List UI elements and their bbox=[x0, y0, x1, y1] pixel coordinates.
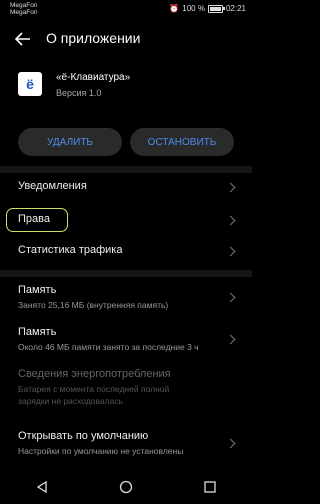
nav-recents-icon[interactable] bbox=[203, 480, 217, 494]
app-icon-letter: ё bbox=[26, 76, 34, 92]
navigation-bar bbox=[0, 470, 252, 504]
divider bbox=[0, 166, 252, 173]
carrier-1: MegaFon bbox=[10, 2, 38, 9]
status-bar: MegaFon MegaFon ⏰ 100 % 02:21 bbox=[0, 0, 252, 18]
nav-back-icon[interactable] bbox=[35, 480, 49, 494]
menu-item-storage[interactable]: Память Занято 25,16 МБ (внутренняя памят… bbox=[0, 278, 252, 318]
battery-icon bbox=[207, 4, 225, 13]
battery-fill bbox=[209, 6, 221, 11]
carrier-2: MegaFon bbox=[10, 9, 38, 16]
menu-label: Уведомления bbox=[18, 180, 87, 192]
menu-sublabel-2: зарядки не расходовалась bbox=[18, 396, 124, 406]
chevron-right-icon bbox=[225, 215, 236, 226]
battery-percent: 100 % bbox=[182, 4, 205, 13]
clock: 02:21 bbox=[225, 4, 246, 13]
nav-home-icon[interactable] bbox=[119, 480, 133, 494]
menu-item-permissions[interactable]: Права bbox=[0, 206, 252, 232]
app-bar: О приложении bbox=[0, 22, 252, 56]
chevron-right-icon bbox=[225, 438, 236, 449]
chevron-right-icon bbox=[225, 182, 236, 193]
alarm-icon: ⏰ bbox=[169, 4, 180, 13]
divider bbox=[0, 270, 252, 277]
menu-label: Права bbox=[18, 213, 50, 225]
menu-item-traffic[interactable]: Статистика трафика bbox=[0, 238, 252, 264]
chevron-right-icon bbox=[225, 246, 236, 257]
menu-label: Статистика трафика bbox=[18, 244, 123, 256]
menu-label: Память bbox=[18, 284, 57, 296]
app-version: Версия 1.0 bbox=[56, 88, 102, 98]
menu-item-default[interactable]: Открывать по умолчанию Настройки по умол… bbox=[0, 424, 252, 464]
menu-sublabel-1: Батарея с момента последней полной bbox=[18, 384, 170, 394]
status-right: ⏰ 100 % 02:21 bbox=[169, 4, 246, 13]
back-arrow-icon[interactable] bbox=[14, 30, 32, 48]
menu-item-memory[interactable]: Память Около 46 МБ памяти занято за посл… bbox=[0, 320, 252, 360]
menu-label: Сведения энергопотребления bbox=[18, 368, 171, 380]
menu-item-energy: Сведения энергопотребления Батарея с мом… bbox=[0, 362, 252, 414]
menu-sublabel: Около 46 МБ памяти занято за последние 3… bbox=[18, 342, 199, 352]
menu-label: Открывать по умолчанию bbox=[18, 430, 149, 442]
menu-sublabel: Настройки по умолчанию не установлены bbox=[18, 446, 184, 456]
chevron-right-icon bbox=[225, 334, 236, 345]
carrier-labels: MegaFon MegaFon bbox=[10, 2, 37, 16]
app-icon: ё bbox=[18, 72, 42, 96]
menu-item-notifications[interactable]: Уведомления bbox=[0, 174, 252, 200]
uninstall-button[interactable]: УДАЛИТЬ bbox=[18, 128, 122, 156]
stop-button[interactable]: ОСТАНОВИТЬ bbox=[130, 128, 234, 156]
menu-label: Память bbox=[18, 326, 57, 338]
app-name: «ё-Клавиатура» bbox=[56, 72, 131, 83]
page-title: О приложении bbox=[46, 30, 141, 46]
chevron-right-icon bbox=[225, 292, 236, 303]
menu-sublabel: Занято 25,16 МБ (внутренняя память) bbox=[18, 300, 169, 310]
